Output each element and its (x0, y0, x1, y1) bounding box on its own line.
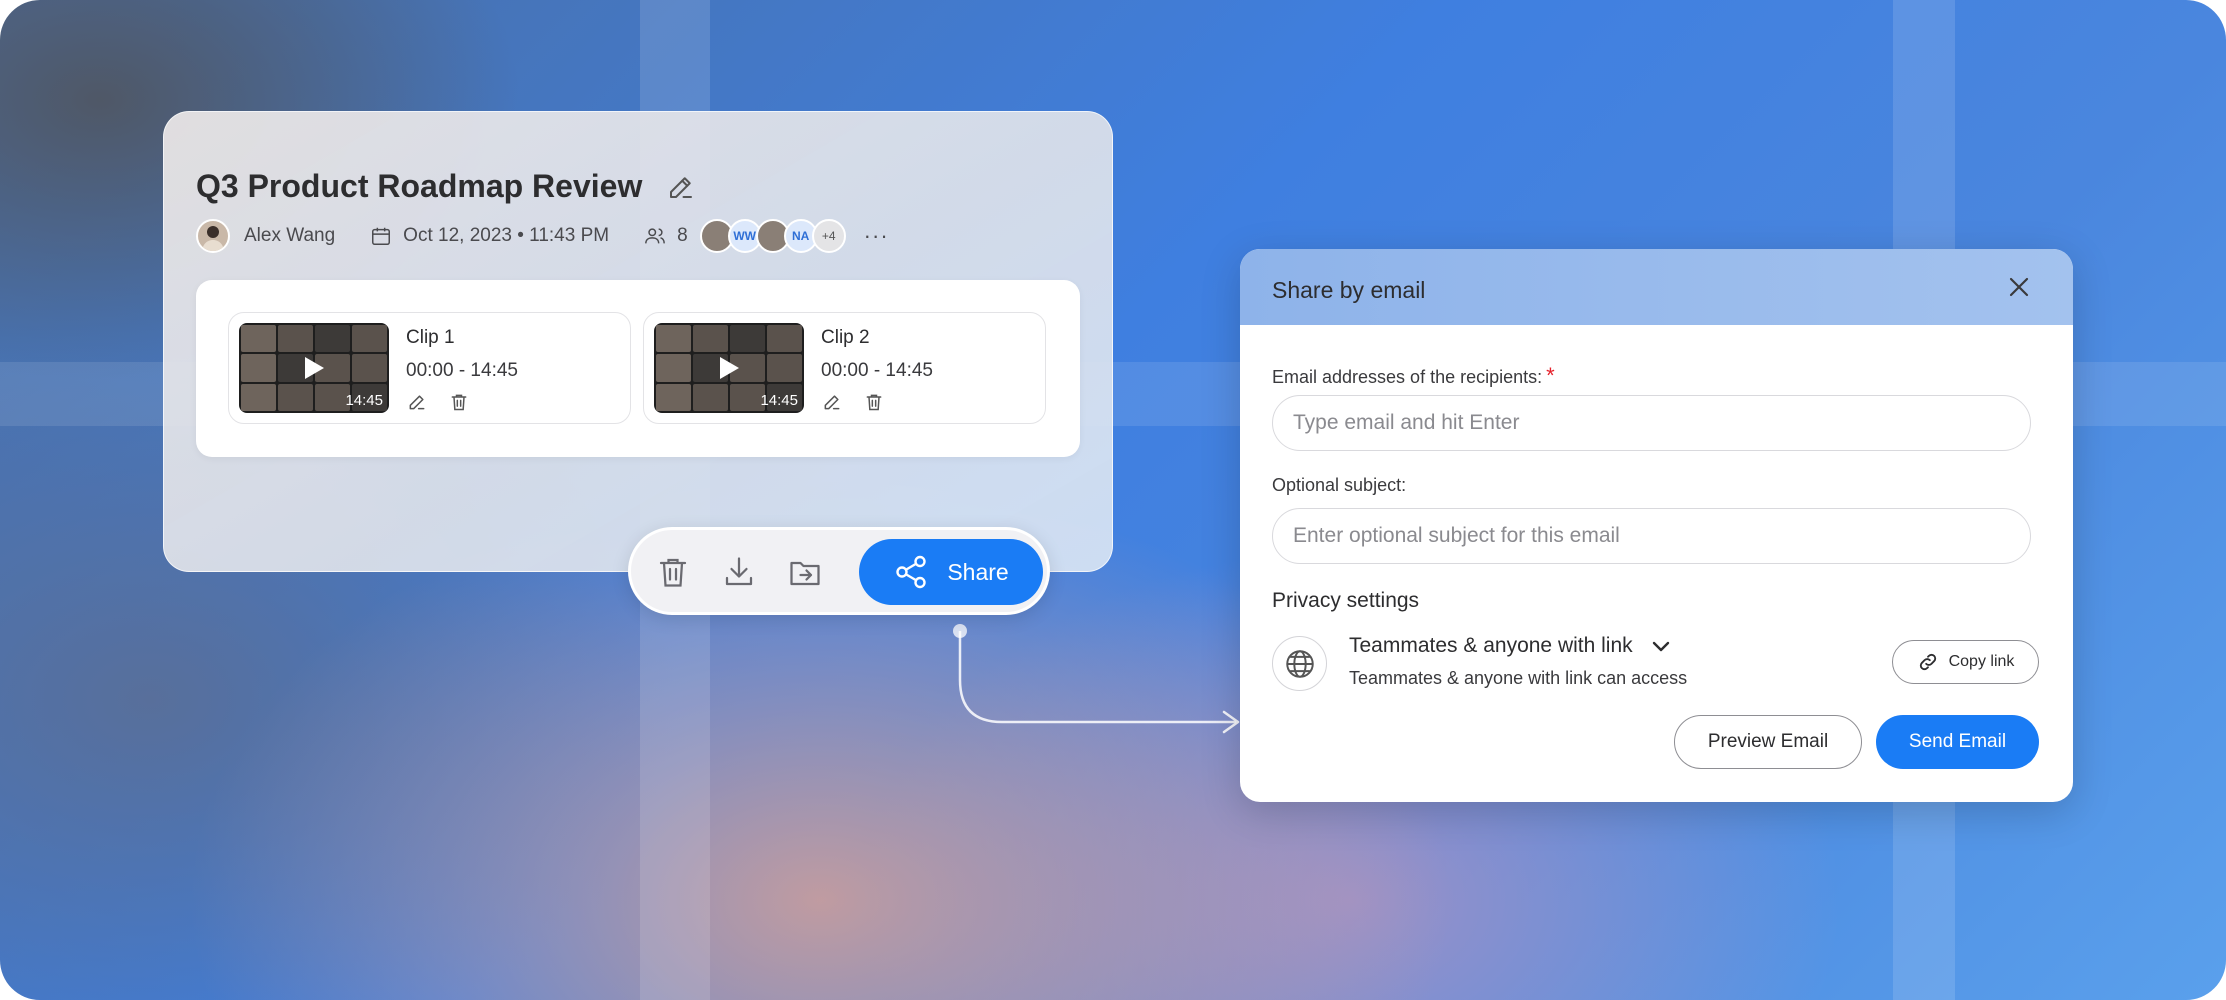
access-level-description: Teammates & anyone with link can access (1349, 668, 1688, 688)
trash-icon (866, 394, 882, 411)
clip-thumbnail[interactable]: 14:45 (654, 323, 804, 413)
play-icon (305, 357, 324, 379)
close-icon (2009, 277, 2029, 297)
chevron-down-icon (1649, 634, 1673, 658)
dialog-header: Share by email (1240, 249, 2073, 325)
trash-icon (659, 558, 687, 587)
subject-input[interactable] (1272, 508, 2031, 564)
share-button[interactable]: Share (859, 539, 1043, 605)
edit-title-button[interactable] (664, 170, 698, 204)
background-canvas: Q3 Product Roadmap Review Alex Wang Oct … (0, 0, 2226, 1000)
participant-avatars[interactable]: WW NA +4 (699, 219, 846, 253)
required-mark: * (1546, 363, 1555, 388)
pencil-icon (409, 395, 425, 410)
clips-panel: 14:45 Clip 1 00:00 - 14:45 14:45 Clip 2 … (196, 280, 1080, 457)
recording-title: Q3 Product Roadmap Review (196, 168, 643, 204)
recording-datetime: Oct 12, 2023 • 11:43 PM (403, 225, 610, 246)
calendar-icon (369, 224, 393, 248)
pencil-icon (670, 176, 693, 198)
share-email-dialog: Share by email Email addresses of the re… (1240, 249, 2073, 802)
clip-duration: 14:45 (345, 392, 383, 409)
globe-icon (1272, 636, 1327, 691)
participants-icon (643, 224, 667, 248)
trash-icon (451, 394, 467, 411)
metadata-row: Alex Wang Oct 12, 2023 • 11:43 PM 8 WW N… (196, 219, 889, 253)
edit-clip-button[interactable] (821, 391, 843, 413)
subject-label: Optional subject: (1272, 475, 1407, 495)
clip-time-range: 00:00 - 14:45 (406, 360, 518, 381)
clip-thumbnail[interactable]: 14:45 (239, 323, 389, 413)
copy-link-label: Copy link (1948, 653, 2015, 670)
share-icon (893, 554, 929, 590)
clip-name: Clip 2 (821, 327, 870, 348)
preview-email-button[interactable]: Preview Email (1674, 715, 1862, 769)
access-level-dropdown[interactable]: Teammates & anyone with link (1349, 634, 1673, 658)
privacy-settings-heading: Privacy settings (1272, 589, 1420, 612)
clip-card[interactable]: 14:45 Clip 2 00:00 - 14:45 (643, 312, 1046, 424)
more-options-button[interactable]: ··· (864, 223, 889, 249)
access-level-value: Teammates & anyone with link (1349, 634, 1633, 657)
move-to-folder-button[interactable] (785, 552, 825, 592)
send-email-button[interactable]: Send Email (1876, 715, 2039, 769)
download-icon (725, 557, 753, 586)
participant-count: 8 (677, 225, 688, 246)
copy-link-button[interactable]: Copy link (1892, 640, 2039, 684)
clip-duration: 14:45 (760, 392, 798, 409)
title-row: Q3 Product Roadmap Review (196, 168, 698, 205)
recipients-email-input[interactable] (1272, 395, 2031, 451)
recipients-label: Email addresses of the recipients: * (1272, 363, 1555, 389)
clip-card[interactable]: 14:45 Clip 1 00:00 - 14:45 (228, 312, 631, 424)
delete-clip-button[interactable] (448, 391, 470, 413)
owner-name: Alex Wang (244, 225, 336, 246)
pencil-icon (824, 395, 840, 410)
move-to-folder-icon (790, 561, 820, 586)
recipients-label-text: Email addresses of the recipients: (1272, 367, 1543, 387)
action-toolbar: Share (628, 527, 1050, 615)
share-button-label: Share (947, 558, 1009, 585)
close-button[interactable] (2005, 273, 2033, 301)
download-button[interactable] (719, 552, 759, 592)
clip-name: Clip 1 (406, 327, 455, 348)
delete-clip-button[interactable] (863, 391, 885, 413)
avatars-more-count: +4 (811, 219, 846, 253)
play-icon (720, 357, 739, 379)
delete-button[interactable] (653, 552, 693, 592)
clip-time-range: 00:00 - 14:45 (821, 360, 933, 381)
link-icon (1917, 651, 1939, 673)
edit-clip-button[interactable] (406, 391, 428, 413)
recording-card: Q3 Product Roadmap Review Alex Wang Oct … (163, 111, 1113, 572)
owner-avatar (196, 219, 230, 253)
dialog-title: Share by email (1272, 277, 1426, 303)
